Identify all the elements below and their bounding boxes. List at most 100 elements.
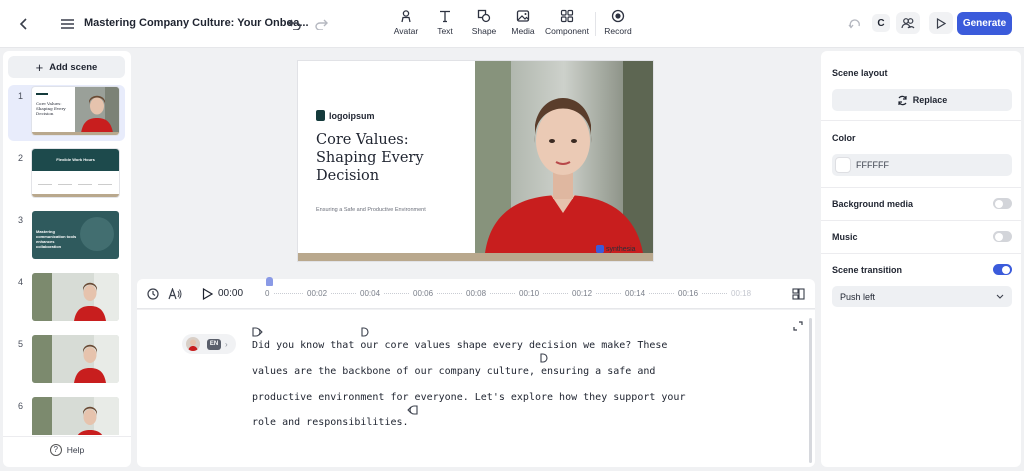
slide-title[interactable]: Core Values: Shaping Every Decision [316,131,466,185]
music-toggle[interactable] [993,231,1012,242]
transition-select[interactable]: Push left [832,286,1012,307]
music-label: Music [832,232,858,242]
gesture-marker-icon[interactable] [407,405,418,415]
timeline-tick: 00:18 [731,289,752,298]
preview-button[interactable] [929,12,953,34]
help-label: Help [66,444,85,455]
presenter-thumbnail [75,87,119,133]
timeline-tick: 00:14 [625,289,646,298]
scene-item-6[interactable]: 6 [8,395,125,435]
people-icon [901,18,915,29]
gesture-marker-icon[interactable] [252,327,263,337]
scene-item-2[interactable]: 2 Flexible Work Hours [8,147,125,203]
presenter-avatar[interactable] [475,61,653,253]
text-icon [440,10,450,23]
script-line[interactable]: Did you know that our core values shape … [252,340,667,351]
scene-thumbnail [32,335,119,383]
color-label: Color [832,133,856,143]
add-scene-label: Add scene [49,61,98,73]
scene-item-4[interactable]: 4 [8,271,125,327]
color-input[interactable]: FFFFFF [832,154,1012,176]
tool-record[interactable]: Record [588,9,648,36]
scene-thumbnail: Core Values: Shaping Every Decision [32,87,119,135]
thumb-title: Mastering communication tools enhances c… [36,229,77,249]
scene-item-3[interactable]: 3 Mastering communication tools enhances… [8,209,125,265]
play-icon [936,17,946,29]
refresh-icon [898,95,907,105]
tool-label: Text [437,26,453,36]
scene-thumbnail: Flexible Work Hours [32,149,119,197]
expand-icon[interactable] [793,321,803,331]
generate-button[interactable]: Generate [957,12,1012,35]
slide-canvas[interactable]: logoipsum Core Values: Shaping Every Dec… [298,61,653,261]
collaborators-button[interactable] [896,12,920,34]
user-avatar[interactable]: C [872,14,890,32]
slide-logo[interactable]: logoipsum [316,110,375,121]
redo-icon[interactable] [311,14,331,34]
scene-number: 5 [18,339,24,349]
diagram-marker-icon[interactable] [361,327,369,337]
scene-transition-label: Scene transition [832,265,903,275]
timeline-tick: 00:16 [678,289,699,298]
scene-thumbnail [32,397,119,435]
scene-item-1[interactable]: 1 Core Values: Shaping Every Decision [8,85,125,141]
divider [821,220,1021,221]
background-media-toggle[interactable] [993,198,1012,209]
scene-transition-toggle[interactable] [993,264,1012,275]
chevron-down-icon [996,294,1004,299]
back-arrow-icon[interactable] [14,14,34,34]
timeline-dots [596,293,621,294]
timeline-dots [274,293,303,294]
thumb-band [32,132,119,135]
background-media-label: Background media [832,199,914,209]
layout-toggle-icon[interactable] [792,288,805,300]
script-editor[interactable]: EN › Did you know that our core values s… [137,310,815,467]
language-badge: EN [207,338,221,350]
tool-label: Record [604,26,632,36]
script-scrollbar[interactable] [809,318,812,463]
divider [821,253,1021,254]
color-value: FFFFFF [856,160,889,170]
scene-item-5[interactable]: 5 [8,333,125,389]
undo-icon[interactable] [284,14,304,34]
scene-number: 2 [18,153,24,163]
timeline-dots [649,293,674,294]
document-title[interactable]: Mastering Company Culture: Your Onboa... [84,17,309,29]
add-scene-button[interactable]: + Add scene [8,56,125,78]
sync-icon[interactable] [845,14,865,34]
script-line[interactable]: role and responsibilities. [252,417,409,428]
timeline-dots [702,293,727,294]
script-line[interactable]: productive environment for everyone. Let… [252,392,685,403]
scene-thumbnail: Mastering communication tools enhances c… [32,211,119,259]
clock-icon[interactable] [147,288,159,300]
menu-icon[interactable] [57,14,77,34]
watermark-text: synthesia [606,245,636,253]
slide-subtitle[interactable]: Ensuring a Safe and Productive Environme… [316,207,426,213]
watermark: synthesia [596,245,636,253]
scene-number: 3 [18,215,24,225]
chevron-right-icon: › [225,339,228,349]
timeline-tick: 00:08 [466,289,487,298]
script-line[interactable]: values are the backbone of our company c… [252,366,655,377]
replace-label: Replace [912,95,948,105]
scene-thumbnail [32,273,119,321]
shape-icon [477,9,491,23]
playhead-handle[interactable] [266,277,273,286]
timeline-tick: 00:02 [307,289,328,298]
record-icon [611,9,625,23]
avatar-language-chip[interactable]: EN › [182,334,236,354]
replace-layout-button[interactable]: Replace [832,89,1012,111]
scene-list-panel: + Add scene 1 Core Values: Shaping Every… [3,51,131,467]
thumb-title: Flexible Work Hours [56,157,95,162]
help-button[interactable]: ? Help [3,436,131,462]
diagram-marker-icon[interactable] [540,353,548,363]
tool-label: Media [511,26,535,36]
thumb-title: Core Values: Shaping Every Decision [36,101,66,116]
timeline-tick: 00:06 [413,289,434,298]
color-swatch[interactable] [835,157,851,173]
voice-settings-icon[interactable] [168,288,182,300]
logo-text: logoipsum [329,110,375,121]
play-icon[interactable] [202,288,213,300]
divider [821,120,1021,121]
timeline-tick: 00:12 [572,289,593,298]
